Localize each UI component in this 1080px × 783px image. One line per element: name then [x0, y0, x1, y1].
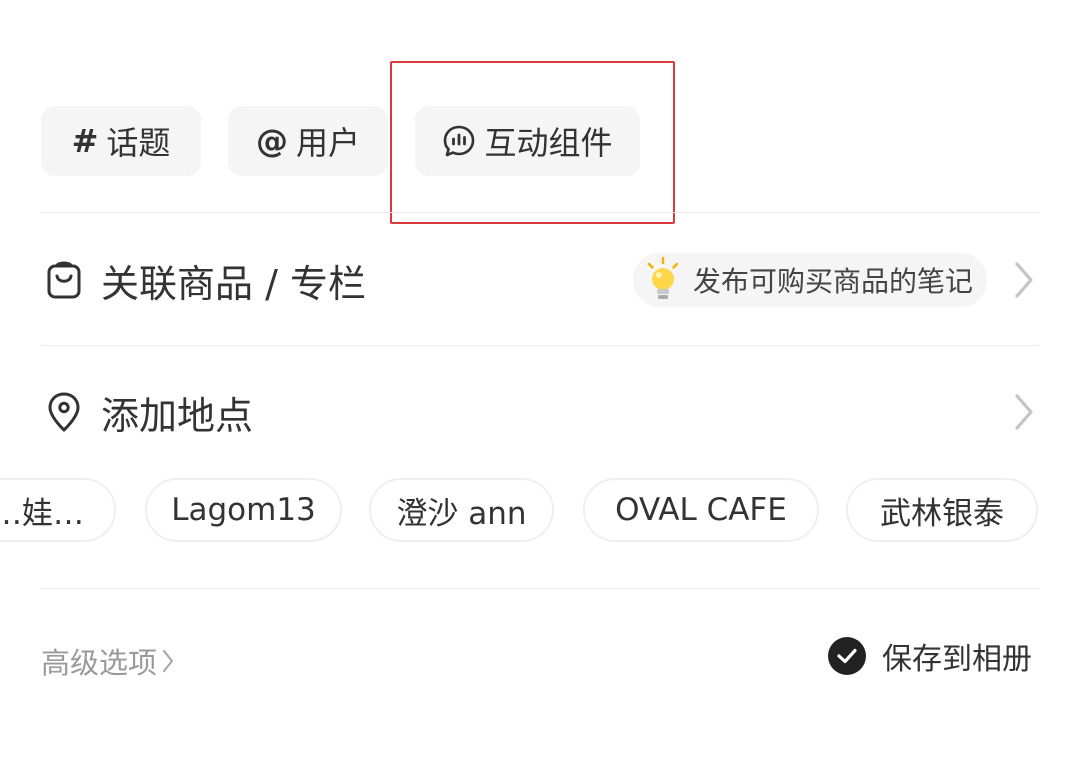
divider: [41, 588, 1039, 589]
chevron-right-icon: [1009, 389, 1039, 435]
location-suggestion-label: Lagom13: [171, 492, 316, 528]
related-products-label: 关联商品 / 专栏: [101, 261, 366, 306]
related-products-row[interactable]: 关联商品 / 专栏 发布可购买商品的笔记: [41, 252, 1039, 308]
location-suggestion[interactable]: 澄沙 ann: [369, 478, 554, 542]
advanced-options-link[interactable]: 高级选项: [41, 640, 175, 682]
advanced-options-label: 高级选项: [41, 646, 158, 680]
chat-bubble-chart-icon: [442, 124, 476, 158]
hashtag-icon: #: [71, 122, 99, 160]
divider: [41, 212, 1039, 213]
location-pin-icon: [41, 389, 87, 435]
purchasable-note-hint-label: 发布可购买商品的笔记: [692, 265, 973, 298]
location-suggestion[interactable]: Lagom13: [145, 478, 342, 542]
location-suggestion-label: 武林银泰: [880, 495, 1004, 532]
location-suggestion-label: OVAL CAFE: [615, 492, 787, 528]
chevron-right-icon: [1009, 257, 1039, 303]
save-to-album-label: 保存到相册: [882, 642, 1032, 677]
location-suggestion[interactable]: OVAL CAFE: [583, 478, 819, 542]
topic-label: 话题: [106, 124, 171, 162]
interactive-widget-button[interactable]: 互动组件: [415, 106, 640, 176]
divider: [41, 345, 1039, 346]
lightbulb-icon: [643, 257, 683, 303]
location-suggestion-label: …娃…: [0, 495, 84, 532]
user-label: 用户: [295, 124, 360, 162]
at-icon: @: [255, 122, 288, 160]
mention-user-button[interactable]: @ 用户: [228, 106, 388, 176]
topic-button[interactable]: # 话题: [41, 106, 201, 176]
checkmark-icon: [828, 637, 866, 675]
purchasable-note-hint[interactable]: 发布可购买商品的笔记: [632, 253, 987, 307]
location-suggestion[interactable]: 武林银泰: [846, 478, 1038, 542]
save-to-album-toggle[interactable]: 保存到相册: [828, 634, 1032, 678]
add-location-row[interactable]: 添加地点: [41, 384, 1039, 440]
add-location-label: 添加地点: [101, 393, 254, 438]
interactive-widget-label: 互动组件: [484, 124, 613, 162]
shopping-bag-icon: [41, 257, 87, 303]
location-suggestion-label: 澄沙 ann: [396, 495, 527, 532]
location-suggestion[interactable]: …娃…: [0, 478, 116, 542]
chevron-right-small-icon: [161, 648, 175, 674]
